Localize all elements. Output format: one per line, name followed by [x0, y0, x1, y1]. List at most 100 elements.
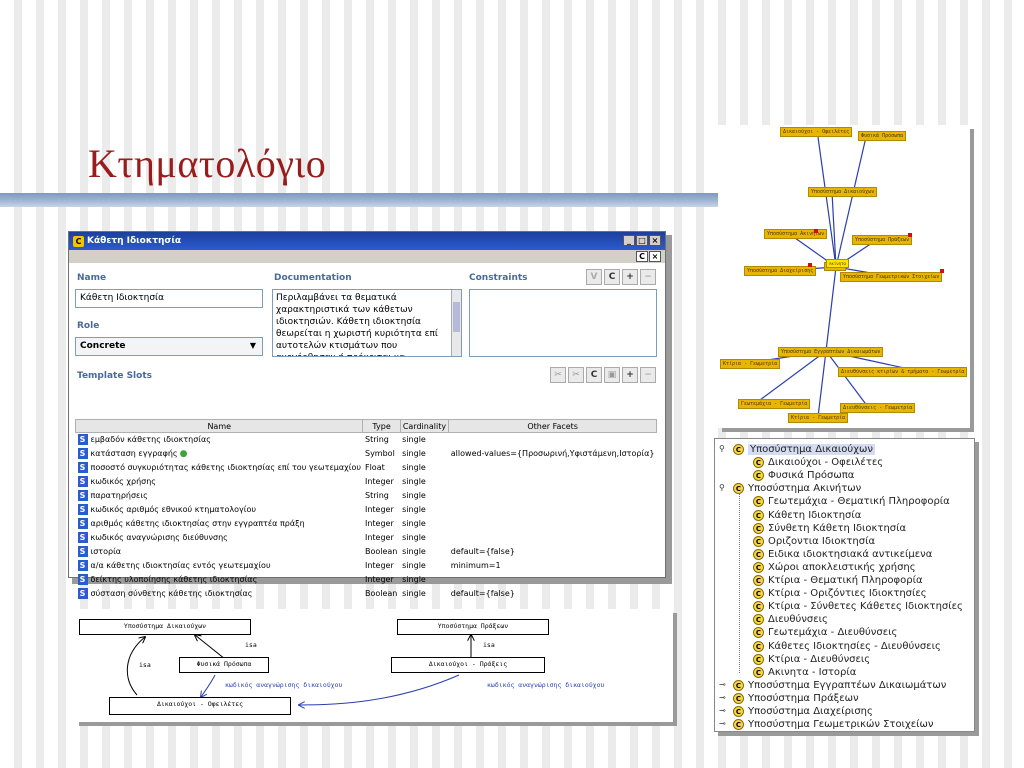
- tree-item[interactable]: C Υποσύστημα Εγγραπτέων Δικαιωμάτων: [733, 679, 946, 692]
- tree-item[interactable]: C Φυσικά Πρόσωπα: [753, 469, 854, 482]
- column-header-type[interactable]: Type: [362, 419, 401, 433]
- column-header-name[interactable]: Name: [74, 419, 364, 433]
- expand-handle-icon[interactable]: ⊸: [719, 719, 726, 728]
- tree-item[interactable]: C Κτίρια - Οριζόντιες Ιδιοκτησίες: [753, 587, 927, 600]
- slot-name: κωδικός χρήσης: [90, 477, 156, 486]
- uml-node-beneficiaries[interactable]: Υποσύστημα Δικαιούχων: [79, 619, 251, 635]
- graph-node[interactable]: Γεωτεμάχια - Γεωμετρία: [738, 399, 811, 409]
- slot-c-button[interactable]: C: [586, 367, 602, 383]
- documentation-textarea[interactable]: Περιλαμβάνει τα θεματικά χαρακτηριστικά …: [272, 289, 462, 357]
- tree-item[interactable]: C Οριζοντια Ιδιοκτησία: [753, 535, 875, 548]
- constraint-v-button[interactable]: V: [586, 269, 602, 285]
- graph-node[interactable]: Ακίνητα: [826, 259, 849, 268]
- graph-node[interactable]: Υποσύστημα Δικαιούχων: [808, 187, 878, 197]
- table-row[interactable]: Sσύσταση σύνθετης κάθετης ιδιοκτησίας Boo…: [76, 587, 657, 601]
- close-button[interactable]: ×: [649, 235, 661, 246]
- graph-node[interactable]: Υποσύστημα Γεωμετρικών Στοιχείων: [840, 272, 943, 282]
- window-body: Name Κάθετη Ιδιοκτησία Role Concrete ▼ D…: [69, 263, 665, 599]
- table-row[interactable]: Sκωδικός αριθμός εθνικού κτηματολογίου In…: [76, 503, 657, 517]
- tree-item[interactable]: C Κάθετες Ιδιοκτησίες - Διευθύνσεις: [753, 640, 941, 653]
- tree-item[interactable]: C Υποσύστημα Γεωμετρικών Στοιχείων: [733, 718, 933, 731]
- slot-override-button[interactable]: ✂: [568, 367, 584, 383]
- expand-handle-icon[interactable]: ⊸: [719, 680, 726, 689]
- column-header-other-facets[interactable]: Other Facets: [448, 419, 657, 433]
- tree-connector: [739, 483, 740, 673]
- uml-isa-label: isa: [139, 661, 151, 669]
- expand-handle-icon[interactable]: ⊸: [719, 706, 726, 715]
- table-row[interactable]: Sπαρατηρήσεις String single: [76, 489, 657, 503]
- tree-item[interactable]: C Χώροι αποκλειστικής χρήσης: [753, 561, 916, 574]
- table-row[interactable]: Sα/α κάθετης ιδιοκτησίας εντός γεωτεμαχί…: [76, 559, 657, 573]
- graph-node[interactable]: Διευθύνσεις κτιρίων & τμήματα - Γεωμετρί…: [838, 367, 968, 377]
- tree-item[interactable]: C Ακινητα - Ιστορία: [753, 666, 856, 679]
- class-c-button[interactable]: C: [636, 251, 648, 262]
- tree-item[interactable]: C Κάθετη Ιδιοκτησία: [753, 509, 861, 522]
- documentation-scrollbar[interactable]: [451, 290, 461, 356]
- table-row[interactable]: Sκωδικός χρήσης Integer single: [76, 475, 657, 489]
- graph-node[interactable]: Κτίρια - Γεωμετρία: [720, 359, 781, 369]
- table-row[interactable]: Sαριθμός κάθετης ιδιοκτησίας στην εγγραπ…: [76, 517, 657, 531]
- uml-node-acts[interactable]: Υποσύστημα Πράξεων: [397, 619, 549, 635]
- graph-node[interactable]: Φυσικά Πρόσωπα: [858, 131, 907, 141]
- graph-node[interactable]: Υποσύστημα Πράξεων: [852, 235, 913, 245]
- constraint-c-button[interactable]: C: [604, 269, 620, 285]
- slot-remove-button[interactable]: −: [640, 367, 656, 383]
- tree-item[interactable]: C Δικαιούχοι - Οφειλέτες: [753, 456, 883, 469]
- uml-node-beneficiaries-acts[interactable]: Δικαιούχοι - Πράξεις: [391, 657, 545, 673]
- constraint-add-button[interactable]: +: [622, 269, 638, 285]
- tree-item[interactable]: C Γεωτεμάχια - Θεματική Πληροφορία: [753, 495, 950, 508]
- tree-item[interactable]: C Σύνθετη Κάθετη Ιδιοκτησία: [753, 522, 906, 535]
- tree-item[interactable]: C Γεωτεμάχια - Διευθύνσεις: [753, 626, 897, 639]
- table-row[interactable]: Sιστορία Boolean single default={false}: [76, 545, 657, 559]
- slot-cardinality: single: [402, 477, 426, 486]
- slot-cardinality: single: [402, 519, 426, 528]
- constraints-list[interactable]: [469, 289, 657, 357]
- slot-type-cell: Integer: [363, 503, 400, 517]
- collapse-handle-icon[interactable]: ⚲: [719, 444, 725, 453]
- graph-node[interactable]: Δικαιούχοι - Οφειλέτες: [780, 127, 853, 137]
- tree-item[interactable]: C Κτίρια - Σύνθετες Κάθετες Ιδιοκτησίες: [753, 600, 963, 613]
- subclose-button[interactable]: ×: [649, 251, 661, 262]
- column-header-cardinality[interactable]: Cardinality: [399, 419, 450, 433]
- maximize-button[interactable]: □: [636, 235, 648, 246]
- tree-item[interactable]: C Υποσύστημα Διαχείρισης: [733, 705, 873, 718]
- class-icon: C: [733, 706, 744, 717]
- slot-add-button[interactable]: +: [622, 367, 638, 383]
- table-row[interactable]: Sεμβαδόν κάθετης ιδιοκτησίας String single: [76, 433, 657, 447]
- minimize-button[interactable]: _: [623, 235, 635, 246]
- slot-facets-cell: [449, 517, 657, 531]
- table-row[interactable]: Sδείκτης υλοποίησης κάθετης ιδιοκτησίας I…: [76, 573, 657, 587]
- facet-dot-icon: ●: [179, 449, 188, 459]
- tree-item-label: Χώροι αποκλειστικής χρήσης: [768, 561, 916, 573]
- graph-node[interactable]: Υποσύστημα Εγγραπτέων Δικαιωμάτων: [778, 347, 884, 357]
- uml-node-beneficiaries-debtors[interactable]: Δικαιούχοι - Οφειλέτες: [109, 697, 291, 715]
- table-row[interactable]: Sκωδικός αναγνώρισης διεύθυνσης Integer si…: [76, 531, 657, 545]
- uml-diagram: Υποσύστημα Δικαιούχων Υποσύστημα Πράξεων…: [75, 609, 673, 722]
- slot-remove-override-button[interactable]: ▣: [604, 367, 620, 383]
- slot-type-cell: Boolean: [363, 587, 400, 601]
- tree-item[interactable]: C Διευθύνσεις: [753, 613, 828, 626]
- uml-node-natural-persons[interactable]: Φυσικά Πρόσωπα: [179, 657, 269, 673]
- graph-node[interactable]: Υποσύστημα Διαχείρισης: [744, 266, 817, 276]
- table-row[interactable]: Sκατάσταση εγγραφής ● Symbol single allowed-…: [76, 447, 657, 461]
- table-row[interactable]: Sποσοστό συγκυριότητας κάθετης ιδιοκτησί…: [76, 461, 657, 475]
- collapse-handle-icon[interactable]: ⚲: [719, 483, 725, 492]
- tree-item[interactable]: C Υποσύστημα Πράξεων: [733, 692, 859, 705]
- tree-item[interactable]: C Υποσύστημα Δικαιούχων: [733, 443, 875, 456]
- slot-view-button[interactable]: ✂: [550, 367, 566, 383]
- tree-item[interactable]: C Ειδικα ιδιοκτησιακά αντικείμενα: [753, 548, 932, 561]
- name-field[interactable]: Κάθετη Ιδιοκτησία: [75, 289, 263, 308]
- expand-handle-icon[interactable]: ⊸: [719, 693, 726, 702]
- tree-item[interactable]: C Υποσύστημα Ακινήτων: [733, 482, 861, 495]
- tree-item[interactable]: C Κτίρια - Θεματική Πληροφορία: [753, 574, 923, 587]
- slot-cardinality-cell: single: [400, 503, 449, 517]
- constraint-remove-button[interactable]: −: [640, 269, 656, 285]
- slot-type: Boolean: [364, 589, 398, 598]
- tree-item[interactable]: C Κτίρια - Διευθύνσεις: [753, 653, 870, 666]
- role-select[interactable]: Concrete ▼: [75, 337, 263, 356]
- graph-marker: [940, 269, 944, 273]
- graph-node[interactable]: Διευθύνσεις - Γεωμετρία: [840, 403, 916, 413]
- graph-node[interactable]: Κτίρια - Γεωμετρία: [788, 413, 849, 423]
- slot-name-cell: Sκωδικός αριθμός εθνικού κτηματολογίου: [76, 503, 363, 517]
- scrollbar-thumb[interactable]: [453, 302, 460, 332]
